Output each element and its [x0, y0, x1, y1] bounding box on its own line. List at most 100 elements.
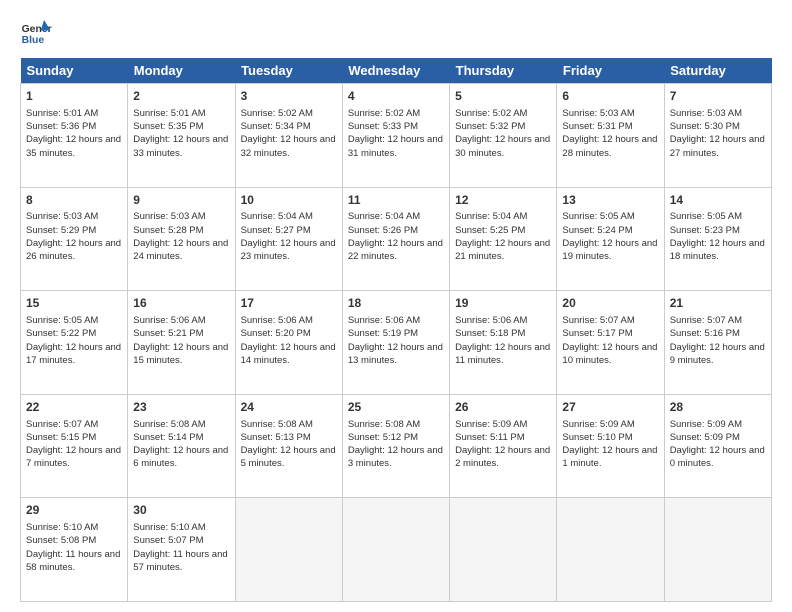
cell-info: Sunrise: 5:05 AM: [670, 210, 766, 223]
day-number: 1: [26, 88, 122, 105]
cell-info: Daylight: 12 hours and 19 minutes.: [562, 237, 658, 264]
cell-info: Sunset: 5:30 PM: [670, 120, 766, 133]
page: General Blue Sunday Monday Tuesday Wedne…: [0, 0, 792, 612]
cell-info: Sunset: 5:07 PM: [133, 534, 229, 547]
cell-info: Sunrise: 5:04 AM: [348, 210, 444, 223]
table-row: 19Sunrise: 5:06 AMSunset: 5:18 PMDayligh…: [450, 291, 557, 395]
day-number: 27: [562, 399, 658, 416]
day-number: 12: [455, 192, 551, 209]
cell-info: Sunrise: 5:04 AM: [455, 210, 551, 223]
cell-info: Sunset: 5:24 PM: [562, 224, 658, 237]
table-row: 28Sunrise: 5:09 AMSunset: 5:09 PMDayligh…: [664, 394, 771, 498]
cell-info: Sunrise: 5:07 AM: [562, 314, 658, 327]
cell-info: Sunrise: 5:07 AM: [26, 418, 122, 431]
cell-info: Daylight: 12 hours and 22 minutes.: [348, 237, 444, 264]
cell-info: Sunset: 5:28 PM: [133, 224, 229, 237]
day-number: 7: [670, 88, 766, 105]
cell-info: Daylight: 11 hours and 57 minutes.: [133, 548, 229, 575]
col-sunday: Sunday: [21, 58, 128, 84]
cell-info: Daylight: 12 hours and 30 minutes.: [455, 133, 551, 160]
cell-info: Sunset: 5:09 PM: [670, 431, 766, 444]
cell-info: Daylight: 12 hours and 18 minutes.: [670, 237, 766, 264]
cell-info: Sunset: 5:27 PM: [241, 224, 337, 237]
cell-info: Daylight: 12 hours and 3 minutes.: [348, 444, 444, 471]
cell-info: Sunrise: 5:02 AM: [241, 107, 337, 120]
day-number: 18: [348, 295, 444, 312]
cell-info: Sunrise: 5:06 AM: [241, 314, 337, 327]
cell-info: Daylight: 12 hours and 5 minutes.: [241, 444, 337, 471]
table-row: 27 Sunrise: 5:09 AMSunset: 5:10 PMDayligh…: [557, 394, 664, 498]
cell-info: Sunset: 5:20 PM: [241, 327, 337, 340]
table-row: [664, 498, 771, 602]
table-row: 26Sunrise: 5:09 AMSunset: 5:11 PMDayligh…: [450, 394, 557, 498]
cell-info: Daylight: 12 hours and 2 minutes.: [455, 444, 551, 471]
col-tuesday: Tuesday: [235, 58, 342, 84]
table-row: 14Sunrise: 5:05 AMSunset: 5:23 PMDayligh…: [664, 187, 771, 291]
cell-info: Sunset: 5:25 PM: [455, 224, 551, 237]
cell-info: Sunrise: 5:02 AM: [455, 107, 551, 120]
day-number: 11: [348, 192, 444, 209]
day-number: 25: [348, 399, 444, 416]
cell-info: Sunset: 5:23 PM: [670, 224, 766, 237]
cell-info: Daylight: 12 hours and 1 minute.: [562, 444, 658, 471]
table-row: 23Sunrise: 5:08 AMSunset: 5:14 PMDayligh…: [128, 394, 235, 498]
cell-info: Daylight: 11 hours and 58 minutes.: [26, 548, 122, 575]
cell-info: Sunset: 5:10 PM: [562, 431, 658, 444]
cell-info: Sunrise: 5:05 AM: [562, 210, 658, 223]
cell-info: Sunrise: 5:06 AM: [348, 314, 444, 327]
cell-info: Sunrise: 5:03 AM: [670, 107, 766, 120]
cell-info: Sunrise: 5:05 AM: [26, 314, 122, 327]
day-number: 8: [26, 192, 122, 209]
table-row: 3Sunrise: 5:02 AMSunset: 5:34 PMDaylight…: [235, 84, 342, 188]
table-row: 15Sunrise: 5:05 AMSunset: 5:22 PMDayligh…: [21, 291, 128, 395]
table-row: 4Sunrise: 5:02 AMSunset: 5:33 PMDaylight…: [342, 84, 449, 188]
cell-info: Sunset: 5:22 PM: [26, 327, 122, 340]
table-row: [557, 498, 664, 602]
day-number: 20: [562, 295, 658, 312]
cell-info: Daylight: 12 hours and 26 minutes.: [26, 237, 122, 264]
cell-info: Sunrise: 5:09 AM: [562, 418, 658, 431]
table-row: 24Sunrise: 5:08 AMSunset: 5:13 PMDayligh…: [235, 394, 342, 498]
day-number: 19: [455, 295, 551, 312]
table-row: 11Sunrise: 5:04 AMSunset: 5:26 PMDayligh…: [342, 187, 449, 291]
cell-info: Daylight: 12 hours and 15 minutes.: [133, 341, 229, 368]
table-row: 7Sunrise: 5:03 AMSunset: 5:30 PMDaylight…: [664, 84, 771, 188]
cell-info: Daylight: 12 hours and 35 minutes.: [26, 133, 122, 160]
table-row: 2Sunrise: 5:01 AMSunset: 5:35 PMDaylight…: [128, 84, 235, 188]
cell-info: Sunset: 5:21 PM: [133, 327, 229, 340]
day-number: 2: [133, 88, 229, 105]
day-number: 15: [26, 295, 122, 312]
cell-info: Sunrise: 5:06 AM: [133, 314, 229, 327]
cell-info: Sunset: 5:13 PM: [241, 431, 337, 444]
col-thursday: Thursday: [450, 58, 557, 84]
calendar-table: Sunday Monday Tuesday Wednesday Thursday…: [20, 58, 772, 602]
table-row: 1Sunrise: 5:01 AMSunset: 5:36 PMDaylight…: [21, 84, 128, 188]
day-number: 16: [133, 295, 229, 312]
table-row: 13Sunrise: 5:05 AMSunset: 5:24 PMDayligh…: [557, 187, 664, 291]
cell-info: Sunset: 5:14 PM: [133, 431, 229, 444]
cell-info: Sunrise: 5:06 AM: [455, 314, 551, 327]
table-row: [342, 498, 449, 602]
day-number: 29: [26, 502, 122, 519]
cell-info: Daylight: 12 hours and 28 minutes.: [562, 133, 658, 160]
cell-info: Sunrise: 5:01 AM: [26, 107, 122, 120]
day-number: 28: [670, 399, 766, 416]
cell-info: Sunset: 5:35 PM: [133, 120, 229, 133]
cell-info: Daylight: 12 hours and 10 minutes.: [562, 341, 658, 368]
cell-info: Daylight: 12 hours and 13 minutes.: [348, 341, 444, 368]
cell-info: Sunset: 5:18 PM: [455, 327, 551, 340]
cell-info: Daylight: 12 hours and 33 minutes.: [133, 133, 229, 160]
table-row: 20Sunrise: 5:07 AMSunset: 5:17 PMDayligh…: [557, 291, 664, 395]
day-number: 26: [455, 399, 551, 416]
cell-info: Sunset: 5:32 PM: [455, 120, 551, 133]
cell-info: Sunset: 5:08 PM: [26, 534, 122, 547]
col-monday: Monday: [128, 58, 235, 84]
cell-info: Daylight: 12 hours and 7 minutes.: [26, 444, 122, 471]
cell-info: Daylight: 12 hours and 32 minutes.: [241, 133, 337, 160]
cell-info: Sunrise: 5:02 AM: [348, 107, 444, 120]
day-number: 9: [133, 192, 229, 209]
cell-info: Daylight: 12 hours and 21 minutes.: [455, 237, 551, 264]
table-row: 9Sunrise: 5:03 AMSunset: 5:28 PMDaylight…: [128, 187, 235, 291]
cell-info: Sunrise: 5:03 AM: [26, 210, 122, 223]
cell-info: Sunrise: 5:09 AM: [670, 418, 766, 431]
